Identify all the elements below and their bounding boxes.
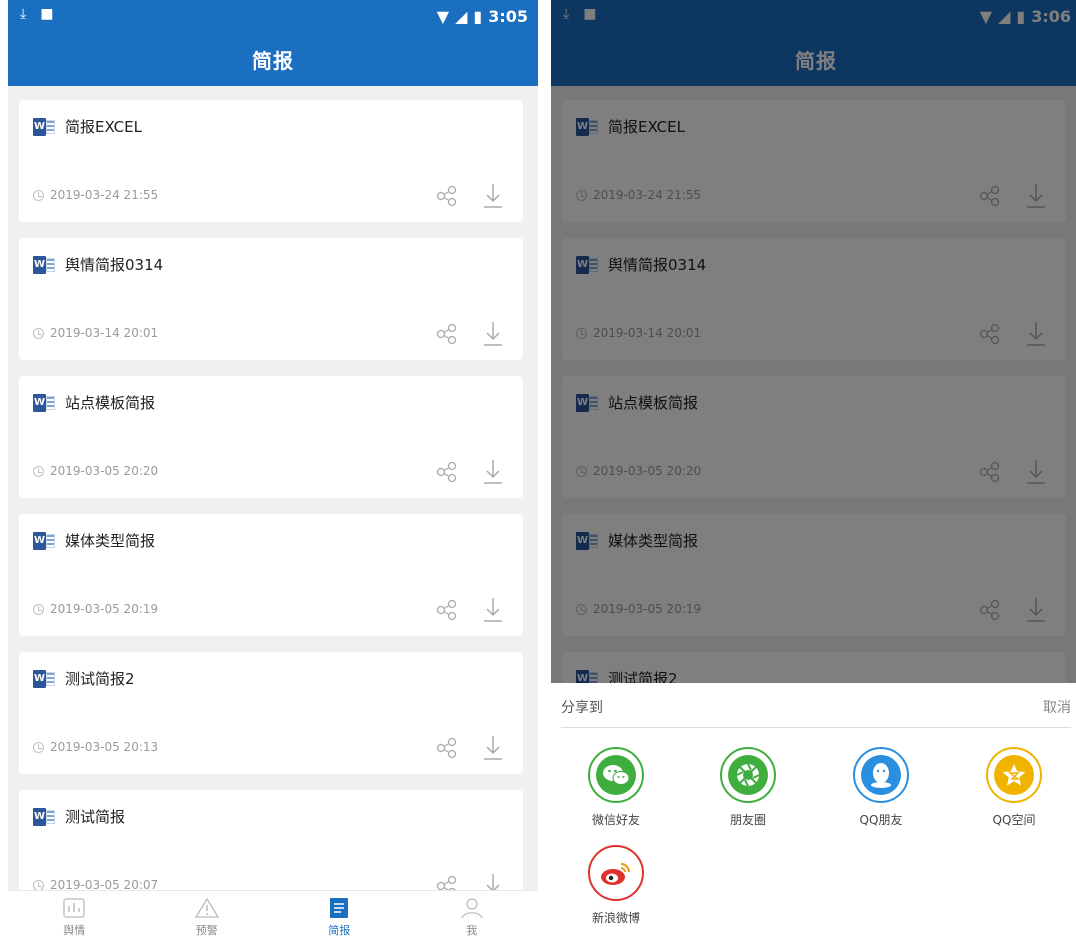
- report-name: 媒体类型简报: [65, 532, 156, 550]
- wechat-icon: [603, 765, 630, 785]
- status-bar: ⤓ ■ ▼ ◢ ▮ 3:05: [8, 0, 538, 32]
- share-sheet: 分享到 取消 微信好友 朋友圈 QQ朋友 QQ空间 新浪微博: [551, 683, 1076, 943]
- download-icon[interactable]: [481, 458, 505, 486]
- chart-icon: [63, 898, 85, 918]
- share-label: 新浪微博: [591, 911, 640, 925]
- word-doc-icon: W: [33, 393, 55, 412]
- share-qq[interactable]: QQ朋友: [836, 747, 926, 828]
- tab-warning[interactable]: 预警: [141, 891, 274, 943]
- clock-icon: [33, 465, 44, 477]
- report-name: 简报EXCEL: [65, 118, 142, 136]
- wifi-icon: ▼: [436, 7, 450, 26]
- user-icon: [461, 898, 483, 919]
- share-moments[interactable]: 朋友圈: [703, 747, 793, 828]
- qq-icon: [871, 763, 891, 788]
- report-name: 舆情简报0314: [65, 256, 164, 274]
- tab-me[interactable]: 我: [406, 891, 539, 943]
- report-date: 2019-03-14 20:01: [50, 326, 159, 340]
- clock-icon: [33, 327, 44, 339]
- word-doc-icon: W: [33, 531, 55, 550]
- word-doc-icon: W: [33, 117, 55, 136]
- report-list: W 简报EXCEL 2019-03-24 21:55 W 舆情简报0314 2019…: [8, 86, 538, 906]
- tab-label: 我: [466, 924, 478, 937]
- clock-icon: [33, 879, 44, 891]
- tab-report[interactable]: 简报: [273, 891, 406, 943]
- warning-icon: [194, 897, 219, 918]
- report-date: 2019-03-24 21:55: [50, 188, 159, 202]
- report-name: 测试简报2: [65, 670, 135, 688]
- download-icon[interactable]: [481, 182, 505, 210]
- left-screen: ⤓ ■ ▼ ◢ ▮ 3:05 简报 W 简报EXCEL 2019-03-24 21…: [8, 0, 538, 943]
- tab-label: 舆情: [63, 924, 86, 937]
- share-icon[interactable]: [435, 460, 459, 484]
- download-icon[interactable]: [481, 596, 505, 624]
- report-card[interactable]: W 简报EXCEL 2019-03-24 21:55: [19, 100, 523, 222]
- share-icon[interactable]: [435, 184, 459, 208]
- share-icon[interactable]: [435, 736, 459, 760]
- divider: [561, 727, 1071, 728]
- word-doc-icon: W: [33, 255, 55, 274]
- right-screen: ⤓ ■ ▼ ◢ ▮ 3:06 简报 W简报EXCEL 2019-03-24 21…: [551, 0, 1076, 943]
- tab-sentiment[interactable]: 舆情: [8, 891, 141, 943]
- app-notification-icon: ■: [40, 6, 54, 22]
- bottom-tab-bar: 舆情 预警 简报 我: [8, 890, 538, 943]
- report-name: 站点模板简报: [65, 394, 156, 412]
- report-card[interactable]: W 站点模板简报 2019-03-05 20:20: [19, 376, 523, 498]
- clock-icon: [33, 603, 44, 615]
- page-title: 简报: [8, 32, 538, 86]
- word-doc-icon: W: [33, 807, 55, 826]
- report-icon: [330, 898, 349, 918]
- download-icon[interactable]: [481, 734, 505, 762]
- cancel-button[interactable]: 取消: [1043, 697, 1071, 717]
- qzone-icon: [1002, 764, 1026, 786]
- share-icon[interactable]: [435, 598, 459, 622]
- report-date: 2019-03-05 20:20: [50, 464, 159, 478]
- report-date: 2019-03-05 20:13: [50, 740, 159, 754]
- report-name: 测试简报: [65, 808, 126, 826]
- share-wechat[interactable]: 微信好友: [571, 747, 661, 828]
- share-sheet-title: 分享到: [561, 700, 603, 716]
- report-date: 2019-03-05 20:19: [50, 602, 159, 616]
- download-notification-icon: ⤓: [20, 6, 27, 22]
- report-card[interactable]: W 测试简报2 2019-03-05 20:13: [19, 652, 523, 774]
- battery-icon: ▮: [473, 7, 483, 26]
- share-label: QQ朋友: [859, 813, 903, 827]
- download-icon[interactable]: [481, 320, 505, 348]
- share-icon[interactable]: [435, 322, 459, 346]
- share-label: 朋友圈: [729, 813, 766, 827]
- word-doc-icon: W: [33, 669, 55, 688]
- tab-label: 简报: [328, 924, 351, 937]
- weibo-icon: [601, 862, 631, 885]
- share-label: QQ空间: [992, 813, 1036, 827]
- signal-icon: ◢: [455, 7, 468, 26]
- clock-icon: [33, 189, 44, 201]
- clock-icon: [33, 741, 44, 753]
- status-time: 3:05: [488, 7, 528, 26]
- tab-label: 预警: [195, 924, 218, 937]
- report-card[interactable]: W 舆情简报0314 2019-03-14 20:01: [19, 238, 523, 360]
- share-qzone[interactable]: QQ空间: [969, 747, 1059, 828]
- share-weibo[interactable]: 新浪微博: [571, 845, 661, 926]
- share-label: 微信好友: [591, 813, 640, 827]
- report-card[interactable]: W 测试简报 2019-03-05 20:07: [19, 790, 523, 906]
- moments-icon: [736, 763, 760, 787]
- report-card[interactable]: W 媒体类型简报 2019-03-05 20:19: [19, 514, 523, 636]
